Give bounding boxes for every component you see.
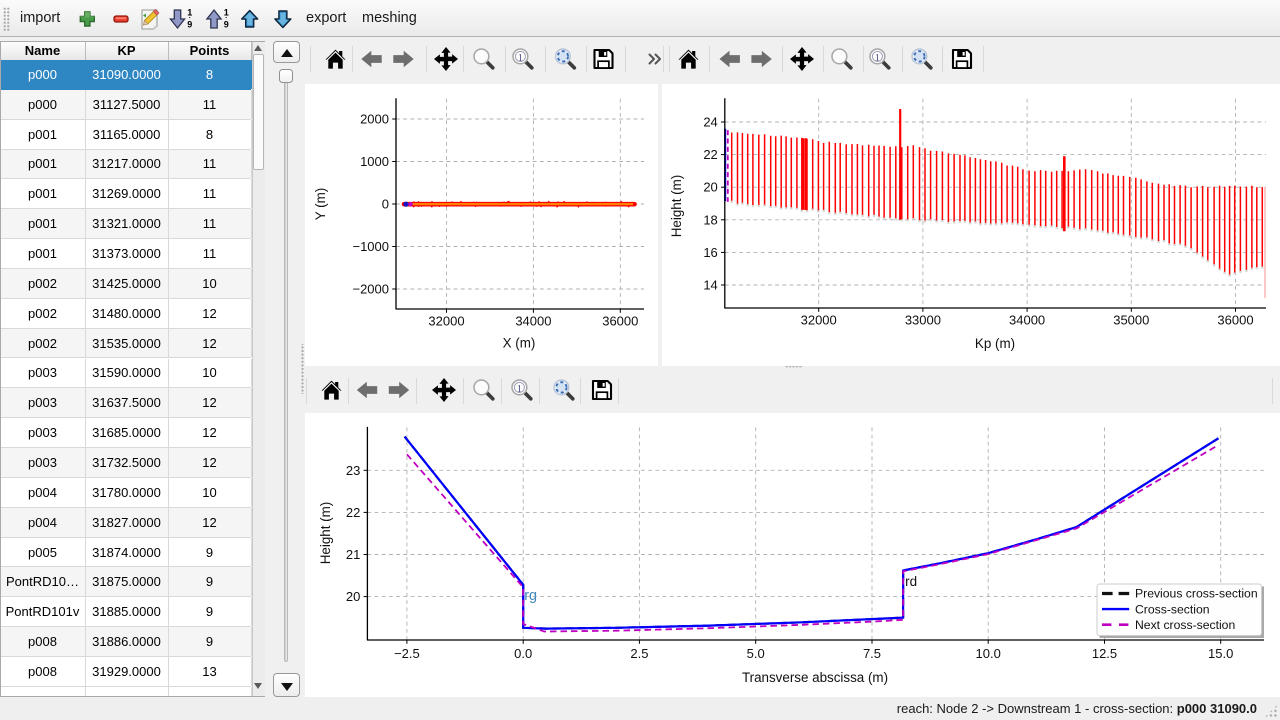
svg-text:7.5: 7.5 xyxy=(863,646,881,661)
svg-text:5.0: 5.0 xyxy=(747,646,765,661)
svg-text:1: 1 xyxy=(518,53,523,64)
svg-text:1: 1 xyxy=(224,8,229,18)
svg-text:12.5: 12.5 xyxy=(1092,646,1117,661)
svg-text:1: 1 xyxy=(187,8,192,18)
svg-text:22: 22 xyxy=(346,505,360,520)
svg-text:14: 14 xyxy=(703,278,717,293)
svg-text:Kp (m): Kp (m) xyxy=(975,336,1015,351)
svg-text:1000: 1000 xyxy=(360,154,389,169)
svg-text:0.0: 0.0 xyxy=(514,646,532,661)
svg-text:23: 23 xyxy=(346,463,360,478)
svg-text:34000: 34000 xyxy=(1009,313,1045,328)
svg-text:22: 22 xyxy=(703,147,717,162)
svg-text:Cross-section: Cross-section xyxy=(1135,602,1210,616)
svg-text:2.5: 2.5 xyxy=(630,646,648,661)
svg-text:1: 1 xyxy=(875,53,880,64)
svg-text:32000: 32000 xyxy=(428,314,464,329)
svg-text:32000: 32000 xyxy=(801,313,837,328)
svg-text:20: 20 xyxy=(346,589,360,604)
svg-text:36000: 36000 xyxy=(1217,313,1253,328)
svg-text:9: 9 xyxy=(187,20,192,30)
svg-text:18: 18 xyxy=(703,212,717,227)
svg-text:Y (m): Y (m) xyxy=(313,188,328,220)
svg-text:0: 0 xyxy=(382,197,389,212)
svg-text:−2.5: −2.5 xyxy=(394,646,420,661)
svg-text:rd: rd xyxy=(905,574,917,589)
svg-text:16: 16 xyxy=(703,245,717,260)
svg-text:20: 20 xyxy=(703,180,717,195)
svg-text:Height (m): Height (m) xyxy=(318,502,333,565)
svg-text:Transverse abscissa (m): Transverse abscissa (m) xyxy=(742,670,888,685)
svg-text:1: 1 xyxy=(517,384,522,395)
svg-text:10.0: 10.0 xyxy=(976,646,1001,661)
svg-text:24: 24 xyxy=(703,115,717,130)
svg-text:21: 21 xyxy=(346,547,360,562)
svg-text:X (m): X (m) xyxy=(503,336,536,351)
svg-text:−2000: −2000 xyxy=(352,282,389,297)
svg-text:Previous cross-section: Previous cross-section xyxy=(1135,587,1258,601)
svg-text:Height (m): Height (m) xyxy=(669,175,684,238)
svg-text:35000: 35000 xyxy=(1113,313,1149,328)
svg-text:Next cross-section: Next cross-section xyxy=(1135,618,1235,632)
svg-text:36000: 36000 xyxy=(602,314,638,329)
svg-text:9: 9 xyxy=(224,20,229,30)
svg-text:2000: 2000 xyxy=(360,112,389,127)
svg-text:−1000: −1000 xyxy=(352,239,389,254)
svg-text:rg: rg xyxy=(524,588,537,604)
svg-text:34000: 34000 xyxy=(515,314,551,329)
svg-text:33000: 33000 xyxy=(905,313,941,328)
svg-text:15.0: 15.0 xyxy=(1208,646,1233,661)
